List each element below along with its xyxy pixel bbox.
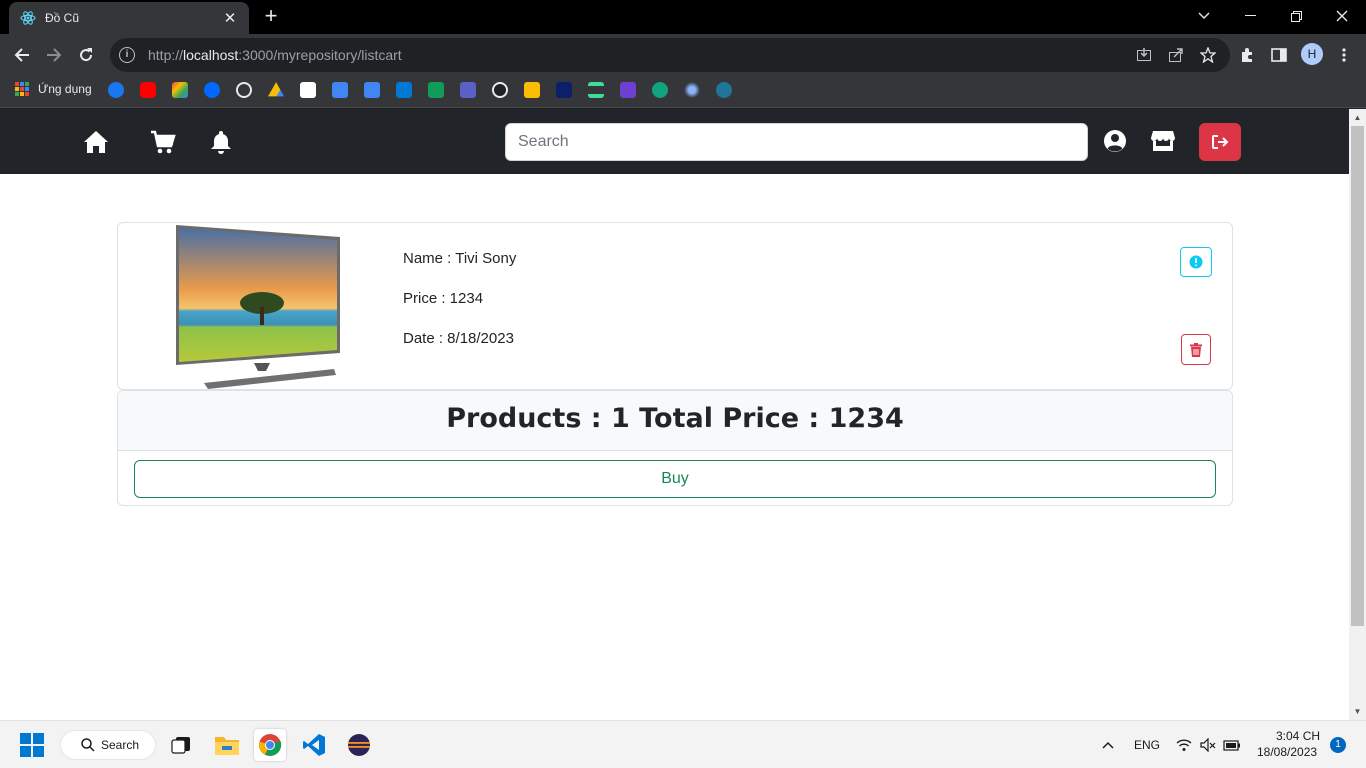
buy-button[interactable]: Buy bbox=[134, 460, 1216, 498]
apps-shortcut[interactable]: Ứng dụng bbox=[15, 82, 92, 96]
site-stripes-icon[interactable] bbox=[588, 82, 604, 98]
scroll-down-arrow-icon[interactable]: ▼ bbox=[1349, 703, 1366, 720]
logout-icon bbox=[1212, 135, 1229, 149]
google-photos-icon[interactable] bbox=[524, 82, 540, 98]
scroll-up-arrow-icon[interactable]: ▲ bbox=[1349, 109, 1366, 126]
address-bar[interactable]: i http://localhost:3000/myrepository/lis… bbox=[110, 38, 1230, 72]
notification-badge[interactable]: 1 bbox=[1330, 737, 1346, 753]
task-view-icon[interactable] bbox=[165, 729, 197, 761]
forward-button[interactable] bbox=[41, 42, 67, 68]
side-panel-icon[interactable] bbox=[1266, 42, 1292, 68]
bell-icon[interactable] bbox=[208, 129, 234, 155]
google-sheets-icon[interactable] bbox=[428, 82, 444, 98]
zalo-icon[interactable] bbox=[204, 82, 220, 98]
eclipse-icon[interactable] bbox=[343, 729, 375, 761]
cart-summary-card: Products : 1 Total Price : 1234 Buy bbox=[117, 390, 1233, 506]
cart-summary-text: Products : 1 Total Price : 1234 bbox=[118, 391, 1232, 451]
scrollbar-thumb[interactable] bbox=[1351, 126, 1364, 626]
install-app-icon[interactable] bbox=[1136, 47, 1152, 63]
close-tab-icon[interactable]: ✕ bbox=[221, 9, 239, 27]
clock-date[interactable]: 18/08/2023 bbox=[1257, 745, 1317, 759]
cart-icon[interactable] bbox=[150, 129, 176, 155]
gemini-icon[interactable] bbox=[684, 82, 700, 98]
facebook-icon[interactable] bbox=[108, 82, 124, 98]
new-tab-button[interactable]: + bbox=[260, 5, 282, 27]
reload-button[interactable] bbox=[73, 42, 99, 68]
info-button[interactable] bbox=[1180, 247, 1212, 277]
taskbar-search[interactable]: Search bbox=[60, 730, 156, 760]
app-navbar bbox=[0, 109, 1349, 174]
trash-icon bbox=[1190, 342, 1202, 357]
chrome-icon[interactable] bbox=[254, 729, 286, 761]
clock-time[interactable]: 3:04 CH bbox=[1276, 729, 1320, 743]
search-input[interactable] bbox=[505, 123, 1088, 161]
history-icon[interactable] bbox=[236, 82, 252, 98]
vscode-icon[interactable] bbox=[298, 729, 330, 761]
profile-avatar[interactable]: H bbox=[1301, 43, 1323, 65]
language-indicator[interactable]: ENG bbox=[1134, 738, 1160, 752]
search-icon bbox=[81, 738, 95, 752]
close-window-button[interactable] bbox=[1319, 0, 1365, 32]
google-docs-icon[interactable] bbox=[364, 82, 380, 98]
browser-toolbar: i http://localhost:3000/myrepository/lis… bbox=[0, 34, 1366, 76]
file-explorer-icon[interactable] bbox=[211, 729, 243, 761]
windows-start-icon[interactable] bbox=[16, 729, 48, 761]
show-hidden-icons-chevron-icon[interactable] bbox=[1092, 729, 1124, 761]
notion-n-icon[interactable] bbox=[556, 82, 572, 98]
taskbar-search-label: Search bbox=[101, 738, 140, 752]
apps-grid-icon bbox=[15, 82, 29, 96]
youtube-icon[interactable] bbox=[140, 82, 156, 98]
google-translate-icon[interactable] bbox=[332, 82, 348, 98]
product-name: Name : Tivi Sony bbox=[403, 250, 517, 267]
apps-label: Ứng dụng bbox=[38, 82, 92, 96]
product-image bbox=[174, 223, 344, 389]
store-icon[interactable] bbox=[1150, 129, 1176, 155]
product-date: Date : 8/18/2023 bbox=[403, 330, 514, 347]
bookmark-star-icon[interactable] bbox=[1199, 46, 1217, 64]
extensions-icon[interactable] bbox=[1234, 42, 1260, 68]
product-price: Price : 1234 bbox=[403, 290, 484, 307]
restore-button[interactable] bbox=[1273, 0, 1319, 32]
tab-title: Đồ Cũ bbox=[45, 11, 80, 25]
cart-item-card: Name : Tivi Sony Price : 1234 Date : 8/1… bbox=[117, 222, 1233, 390]
browser-tab[interactable]: Đồ Cũ ✕ bbox=[9, 2, 249, 34]
menu-dots-icon[interactable] bbox=[1331, 42, 1357, 68]
tab-strip: Đồ Cũ ✕ + bbox=[0, 0, 1366, 34]
windows-taskbar: Search ENG 3:04 CH 18/08/2023 1 bbox=[0, 720, 1366, 768]
tab-search-icon[interactable] bbox=[1181, 0, 1227, 32]
teams-icon[interactable] bbox=[460, 82, 476, 98]
battery-icon[interactable] bbox=[1216, 729, 1248, 761]
share-icon[interactable] bbox=[1168, 47, 1184, 63]
github-icon[interactable] bbox=[492, 82, 508, 98]
lightning-app-icon[interactable] bbox=[620, 82, 636, 98]
wordpress-icon[interactable] bbox=[716, 82, 732, 98]
site-info-icon[interactable]: i bbox=[119, 47, 135, 63]
minimize-button[interactable] bbox=[1227, 0, 1273, 32]
react-icon bbox=[20, 10, 36, 26]
logout-button[interactable] bbox=[1199, 123, 1241, 161]
delete-button[interactable] bbox=[1181, 334, 1211, 365]
outlook-icon[interactable] bbox=[396, 82, 412, 98]
home-icon[interactable] bbox=[83, 129, 109, 155]
bookmark-site-icon[interactable] bbox=[300, 82, 316, 98]
exclamation-circle-icon bbox=[1189, 255, 1203, 269]
page-scrollbar[interactable]: ▲ ▼ bbox=[1349, 109, 1366, 720]
chatgpt-icon[interactable] bbox=[652, 82, 668, 98]
url-text: http://localhost:3000/myrepository/listc… bbox=[148, 47, 402, 63]
user-circle-icon[interactable] bbox=[1103, 129, 1129, 155]
gmail-icon[interactable] bbox=[172, 82, 188, 98]
back-button[interactable] bbox=[9, 42, 35, 68]
